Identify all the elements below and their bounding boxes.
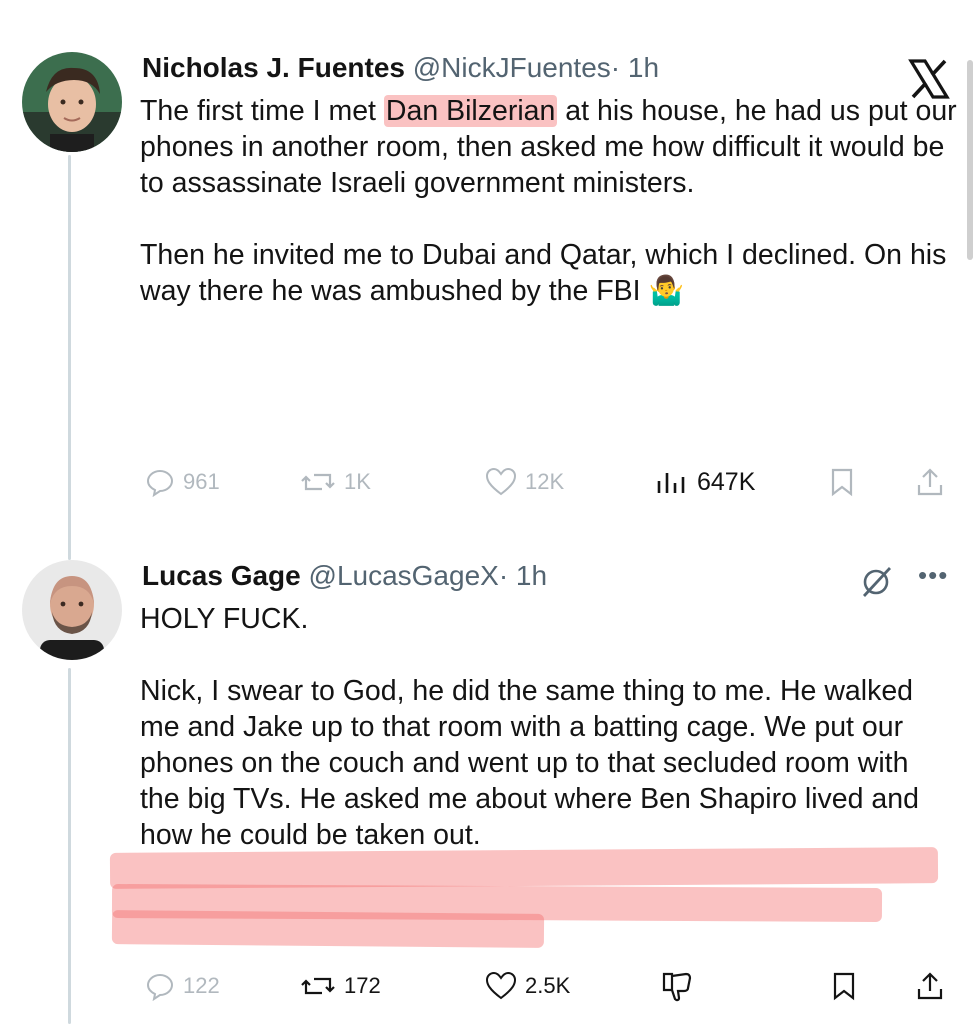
like-count: 12K — [525, 469, 565, 494]
tweet-paragraph: The first time I met Dan Bilzerian at hi… — [140, 93, 960, 201]
highlight-mark — [109, 847, 939, 889]
tweet-header: Lucas Gage @LucasGageX· 1h — [142, 558, 547, 594]
heart-icon — [485, 467, 517, 496]
views-button[interactable]: 647K — [655, 462, 755, 502]
like-count: 2.5K — [525, 973, 571, 998]
tweet-time[interactable]: · 1h — [611, 52, 659, 83]
reply-count: 961 — [183, 469, 220, 494]
bookmark-icon — [833, 972, 855, 1001]
text-segment: The first time I met — [140, 95, 384, 127]
share-icon — [917, 468, 943, 496]
heart-icon — [485, 971, 517, 1000]
scrollbar[interactable] — [967, 60, 973, 260]
author-handle[interactable]: @LucasGageX — [309, 560, 499, 591]
avatar[interactable] — [22, 52, 122, 152]
text-segment: Then he invited me to Dubai and Qatar, w… — [140, 239, 947, 307]
repost-button[interactable]: 172 — [300, 966, 381, 1006]
bookmark-icon — [831, 468, 853, 497]
dislike-icon — [662, 972, 692, 1002]
tweet-actions: 122 172 2.5K — [140, 966, 960, 1006]
share-button[interactable] — [915, 966, 945, 1006]
tweet-text: HOLY FUCK. Nick, I swear to God, he did … — [140, 601, 960, 853]
tweet-text: The first time I met Dan Bilzerian at hi… — [140, 93, 960, 309]
tweet-actions: 961 1K 12K 647K — [140, 462, 960, 502]
views-count: 647K — [697, 467, 756, 496]
like-button[interactable]: 12K — [485, 462, 564, 502]
reply-icon — [146, 973, 174, 1001]
author-name[interactable]: Lucas Gage — [142, 560, 301, 591]
reply-count: 122 — [183, 973, 220, 998]
repost-button[interactable]: 1K — [300, 462, 371, 502]
tweet-paragraph: Nick, I swear to God, he did the same th… — [140, 675, 919, 851]
tweet-paragraph: HOLY FUCK. — [140, 603, 309, 635]
bookmark-button[interactable] — [828, 462, 856, 502]
highlight-mark — [111, 910, 545, 948]
dislike-button[interactable] — [660, 966, 694, 1006]
shrug-emoji: 🤷‍♂️ — [648, 275, 685, 307]
highlighted-text: Dan Bilzerian — [383, 95, 558, 127]
repost-count: 172 — [344, 973, 381, 998]
grok-icon[interactable] — [858, 564, 894, 600]
tweet-header: Nicholas J. Fuentes @NickJFuentes· 1h — [142, 50, 659, 86]
share-button[interactable] — [915, 462, 945, 502]
reply-button[interactable]: 122 — [145, 966, 220, 1006]
views-icon — [657, 473, 685, 493]
thread-line — [68, 668, 71, 1024]
repost-icon — [301, 473, 335, 491]
tweet-paragraph: Then he invited me to Dubai and Qatar, w… — [140, 237, 960, 309]
repost-count: 1K — [344, 469, 371, 494]
repost-icon — [301, 977, 335, 995]
author-name[interactable]: Nicholas J. Fuentes — [142, 52, 405, 83]
bookmark-button[interactable] — [830, 966, 858, 1006]
like-button[interactable]: 2.5K — [485, 966, 570, 1006]
author-handle[interactable]: @NickJFuentes — [413, 52, 611, 83]
tweet-time[interactable]: · 1h — [499, 560, 547, 591]
share-icon — [917, 972, 943, 1000]
more-icon[interactable]: ••• — [918, 560, 948, 591]
avatar[interactable] — [22, 560, 122, 660]
thread-line — [68, 155, 71, 560]
reply-button[interactable]: 961 — [145, 462, 220, 502]
reply-icon — [146, 469, 174, 497]
